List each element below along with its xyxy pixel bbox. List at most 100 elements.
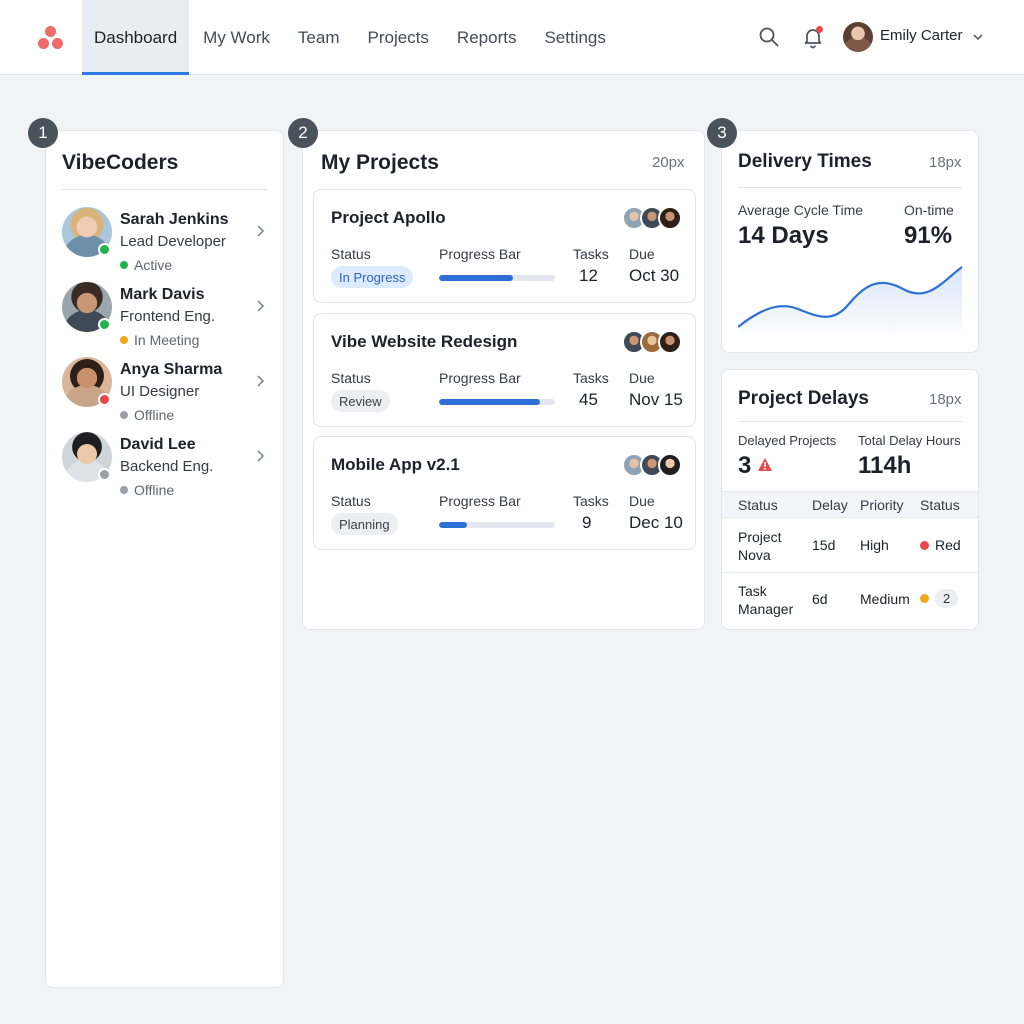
team-title: VibeCoders (62, 151, 179, 174)
due-label: Due (629, 370, 655, 386)
projects-panel: My Projects 20px Project Apollo Status P… (302, 130, 705, 630)
member-status: In Meeting (120, 332, 199, 348)
column-header[interactable]: Status (920, 497, 960, 513)
delivery-meta: 18px (929, 154, 962, 171)
member-name: Sarah Jenkins (120, 211, 229, 228)
status-label: Status (331, 246, 371, 262)
project-avatars (622, 453, 682, 477)
delivery-times-panel: Delivery Times 18px Average Cycle Time 1… (721, 130, 979, 353)
app-logo-icon[interactable] (36, 24, 66, 52)
project-name: Mobile App v2.1 (331, 455, 460, 474)
team-member-item[interactable]: Anya Sharma UI Designer Offline (62, 357, 272, 427)
presence-dot (98, 393, 111, 406)
member-name: Anya Sharma (120, 361, 223, 378)
cycle-time-label: Average Cycle Time (738, 202, 864, 218)
nav-item-my-work[interactable]: My Work (189, 0, 284, 75)
chevron-right-icon (257, 225, 265, 237)
table-row[interactable]: Task Manager 6d Medium 2 (722, 573, 978, 627)
nav-label: Reports (456, 27, 517, 47)
member-role: Backend Eng. (120, 458, 214, 475)
column-header[interactable]: Delay (812, 497, 848, 513)
project-delays-panel: Project Delays 18px Delayed Projects 3 T… (721, 369, 979, 630)
projects-meta: 20px (652, 154, 685, 171)
status-label: Status (331, 370, 371, 386)
nav-label: Settings (544, 27, 606, 47)
nav-item-reports[interactable]: Reports (443, 0, 531, 75)
nav-item-team[interactable]: Team (284, 0, 354, 75)
user-avatar[interactable] (843, 22, 873, 52)
delays-table-header: Status Delay Priority Status (722, 491, 978, 518)
section-number-badge: 2 (288, 118, 318, 148)
project-avatars (622, 330, 682, 354)
tasks-label: Tasks (573, 493, 609, 509)
projects-title: My Projects (321, 151, 439, 174)
section-number-badge: 1 (28, 118, 58, 148)
column-header[interactable]: Priority (860, 497, 904, 513)
status-badge: Planning (331, 513, 398, 535)
member-status: Offline (120, 407, 174, 423)
team-member-item[interactable]: Mark Davis Frontend Eng. In Meeting (62, 282, 272, 352)
section-number-badge: 3 (707, 118, 737, 148)
row-priority: Medium (860, 591, 910, 607)
member-name: Mark Davis (120, 286, 205, 303)
column-header[interactable]: Status (738, 497, 778, 513)
status-badge: In Progress (331, 266, 414, 288)
on-time-label: On-time (904, 202, 954, 218)
row-project-name: Project Nova (738, 529, 782, 563)
nav-label: My Work (203, 27, 270, 47)
due-date: Oct 30 (629, 266, 680, 285)
on-time-value: 91% (904, 222, 953, 249)
sparkline-area (738, 267, 962, 333)
search-icon[interactable] (758, 26, 780, 48)
member-status: Active (120, 257, 172, 273)
user-name[interactable]: Emily Carter (880, 27, 963, 44)
project-card[interactable]: Project Apollo Status Progress Bar Tasks… (313, 189, 696, 303)
due-date: Dec 10 (629, 513, 683, 532)
notification-bell-button[interactable] (801, 25, 825, 49)
status-badge: Review (331, 390, 390, 412)
chevron-down-icon[interactable] (972, 31, 984, 43)
nav-label: Team (297, 27, 340, 47)
row-project-name: Task Manager (738, 583, 794, 617)
project-name: Project Apollo (331, 208, 446, 227)
delayed-projects-label: Delayed Projects (738, 433, 837, 448)
member-status: Offline (120, 482, 174, 498)
project-card[interactable]: Vibe Website Redesign Status Progress Ba… (313, 313, 696, 427)
member-role: UI Designer (120, 383, 200, 400)
project-avatars (622, 206, 682, 230)
presence-dot (98, 468, 111, 481)
nav-item-dashboard[interactable]: Dashboard (82, 0, 190, 75)
nav-item-settings[interactable]: Settings (530, 0, 619, 75)
divider (738, 421, 962, 422)
table-row[interactable]: Project Nova 15d High Red (722, 519, 978, 573)
chevron-right-icon (257, 375, 265, 387)
task-count: 45 (579, 390, 598, 409)
team-member-item[interactable]: Sarah Jenkins Lead Developer Active (62, 207, 272, 277)
presence-dot (98, 318, 111, 331)
status-label: Status (331, 493, 371, 509)
delivery-trend-sparkline (738, 266, 963, 333)
delays-meta: 18px (929, 391, 962, 408)
tasks-label: Tasks (573, 246, 609, 262)
project-card[interactable]: Mobile App v2.1 Status Progress Bar Task… (313, 436, 696, 550)
divider (738, 187, 962, 188)
delayed-projects-value: 3 (738, 452, 752, 479)
progress-fill (439, 522, 467, 528)
warning-icon (758, 458, 772, 471)
divider (62, 189, 267, 190)
row-status: 2 (920, 589, 959, 608)
progress-label: Progress Bar (439, 246, 521, 262)
delay-hours-label: Total Delay Hours (858, 433, 961, 448)
chevron-right-icon (257, 450, 265, 462)
progress-label: Progress Bar (439, 493, 521, 509)
due-label: Due (629, 493, 655, 509)
nav-label: Projects (367, 27, 429, 47)
delays-title: Project Delays (738, 388, 869, 409)
progress-bar (439, 275, 555, 281)
notification-dot (816, 26, 823, 33)
row-delay: 15d (812, 537, 836, 553)
member-role: Frontend Eng. (120, 308, 216, 325)
nav-item-projects[interactable]: Projects (354, 0, 443, 75)
team-member-item[interactable]: David Lee Backend Eng. Offline (62, 432, 272, 502)
cycle-time-value: 14 Days (738, 222, 829, 249)
